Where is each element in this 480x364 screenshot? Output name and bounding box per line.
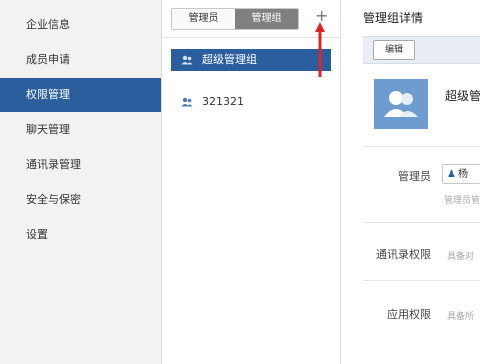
tab-switcher: 管理员 管理组 — [171, 8, 299, 30]
admin-name: 杨 — [457, 169, 468, 180]
contacts-permission-label: 通讯录权限 — [376, 248, 431, 261]
group-item-super-admin[interactable]: 超级管理组 — [171, 49, 331, 71]
edit-button[interactable]: 编辑 — [373, 40, 415, 60]
detail-toolbar: 编辑 — [363, 36, 480, 64]
group-avatar — [374, 79, 428, 129]
sidebar-item-member-requests[interactable]: 成员申请 — [0, 43, 161, 77]
admin-chip[interactable]: ♟ 杨 — [442, 164, 480, 184]
divider — [363, 280, 480, 281]
app-permission-label: 应用权限 — [387, 308, 431, 321]
tab-admins[interactable]: 管理员 — [172, 9, 235, 29]
admin-label: 管理员 — [398, 170, 431, 183]
tab-admin-groups[interactable]: 管理组 — [235, 9, 298, 29]
sidebar-item-contacts-management[interactable]: 通讯录管理 — [0, 148, 161, 182]
person-icon: ♟ — [447, 169, 456, 180]
group-item-321321[interactable]: 321321 — [171, 91, 331, 113]
group-name: 超级管 — [445, 89, 480, 103]
contacts-permission-hint: 具备对 — [447, 252, 475, 262]
sidebar-item-settings[interactable]: 设置 — [0, 218, 161, 252]
group-label: 321321 — [202, 95, 244, 108]
sidebar-item-chat-management[interactable]: 聊天管理 — [0, 113, 161, 147]
sidebar-item-security[interactable]: 安全与保密 — [0, 183, 161, 217]
sidebar: 企业信息 成员申请 权限管理 聊天管理 通讯录管理 安全与保密 设置 — [0, 0, 162, 364]
divider — [363, 146, 480, 147]
divider — [363, 222, 480, 223]
app-permission-hint: 具备所 — [447, 312, 475, 322]
group-avatar-icon — [384, 91, 418, 117]
group-icon — [181, 55, 193, 65]
group-icon — [181, 97, 193, 107]
group-label: 超级管理组 — [202, 53, 257, 66]
annotation-arrow-icon — [315, 22, 325, 77]
admin-hint: 管理员管 — [444, 196, 480, 206]
sidebar-item-permissions[interactable]: 权限管理 — [0, 78, 161, 112]
divider — [162, 37, 340, 38]
page-title: 管理组详情 — [363, 11, 424, 25]
group-detail-panel: 管理组详情 编辑 超级管 管理员 ♟ 杨 管理员管 通讯录权限 具备对 应用权限 … — [341, 0, 480, 364]
sidebar-item-company-info[interactable]: 企业信息 — [0, 8, 161, 42]
